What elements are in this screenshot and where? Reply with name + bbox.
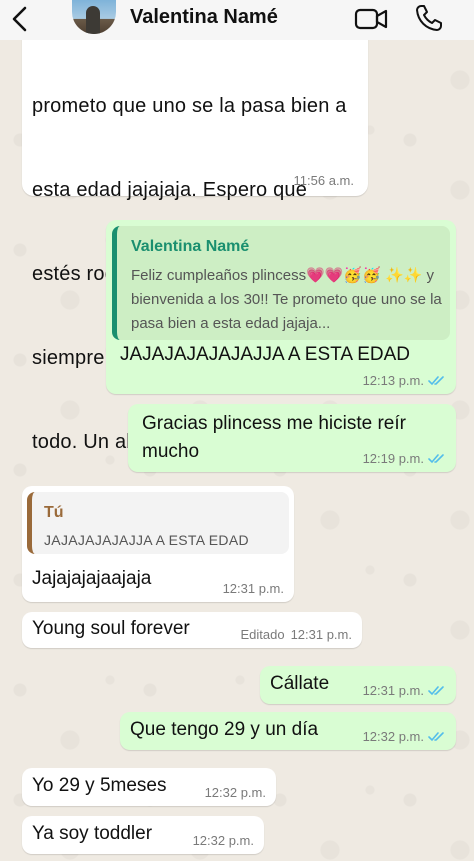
message-meta: 12:31 p.m.	[223, 581, 284, 596]
message-bubble-outgoing[interactable]: Gracias plincess me hiciste reír mucho 1…	[128, 404, 456, 472]
message-meta: 12:13 p.m.	[363, 373, 446, 388]
phone-icon[interactable]	[414, 3, 444, 33]
read-receipt-icon	[428, 454, 444, 464]
message-time: 12:31 p.m.	[222, 581, 284, 596]
message-time: 12:31 p.m.	[290, 627, 352, 642]
message-bubble-incoming[interactable]: Young soul forever Editado 12:31 p.m.	[22, 612, 362, 648]
message-bubble-outgoing[interactable]: Cállate 12:31 p.m.	[260, 666, 456, 704]
message-time: 12:32 p.m.	[192, 833, 254, 848]
quote-author: Tú	[44, 504, 64, 521]
message-meta: 12:32 p.m.	[193, 833, 254, 848]
read-receipt-icon	[428, 686, 444, 696]
message-time: 11:56 a.m.	[293, 173, 354, 188]
message-meta: Editado 12:31 p.m.	[240, 627, 352, 642]
message-meta: 12:32 p.m.	[205, 785, 266, 800]
message-time: 12:32 p.m.	[204, 785, 266, 800]
avatar[interactable]	[72, 0, 116, 34]
message-bubble-incoming[interactable]: Ya soy toddler 12:32 p.m.	[22, 816, 264, 854]
read-receipt-icon	[428, 376, 444, 386]
message-meta: 12:19 p.m.	[363, 451, 446, 466]
message-meta: 12:32 p.m.	[363, 729, 446, 744]
message-bubble-outgoing[interactable]: Valentina Namé Feliz cumpleaños plincess…	[106, 220, 456, 394]
message-time: 12:13 p.m.	[362, 373, 424, 388]
message-meta: 12:31 p.m.	[363, 683, 446, 698]
video-call-icon[interactable]	[354, 5, 388, 33]
message-time: 12:32 p.m.	[362, 729, 424, 744]
contact-name[interactable]: Valentina Namé	[130, 6, 278, 29]
message-text: Cállate	[270, 673, 330, 694]
read-receipt-icon	[428, 732, 444, 742]
message-text: Young soul forever	[32, 618, 190, 639]
message-text: Yo 29 y 5meses	[32, 775, 167, 796]
quote-text: JAJAJAJAJAJJA A ESTA EDAD	[44, 532, 249, 548]
message-line: prometo que uno se la pasa bien a	[32, 95, 347, 117]
message-text: Que tengo 29 y un día	[130, 719, 319, 740]
message-text: Jajajajajaajaja	[32, 568, 152, 589]
quote-text: Feliz cumpleaños plincess💗💗🥳🥳 ✨✨ y bienv…	[131, 267, 442, 332]
message-time: 12:31 p.m.	[362, 683, 424, 698]
message-bubble-incoming[interactable]: Tú JAJAJAJAJAJJA A ESTA EDAD Jajajajajaa…	[22, 486, 294, 602]
chevron-left-icon[interactable]	[6, 4, 36, 34]
edited-label: Editado	[240, 627, 285, 642]
message-bubble-incoming[interactable]: Yo 29 y 5meses 12:32 p.m.	[22, 768, 276, 806]
quote-author: Valentina Namé	[131, 238, 250, 255]
message-bubble-outgoing[interactable]: Que tengo 29 y un día 12:32 p.m.	[120, 712, 456, 750]
quoted-message[interactable]: Tú JAJAJAJAJAJJA A ESTA EDAD	[27, 492, 289, 554]
message-time: 12:19 p.m.	[362, 451, 424, 466]
quoted-message[interactable]: Valentina Namé Feliz cumpleaños plincess…	[112, 226, 450, 340]
message-meta: 11:56 a.m.	[294, 173, 354, 188]
chat-header: Valentina Namé	[0, 0, 474, 40]
message-text: JAJAJAJAJAJAJJA A ESTA EDAD	[120, 344, 411, 365]
message-text: Ya soy toddler	[32, 823, 153, 844]
